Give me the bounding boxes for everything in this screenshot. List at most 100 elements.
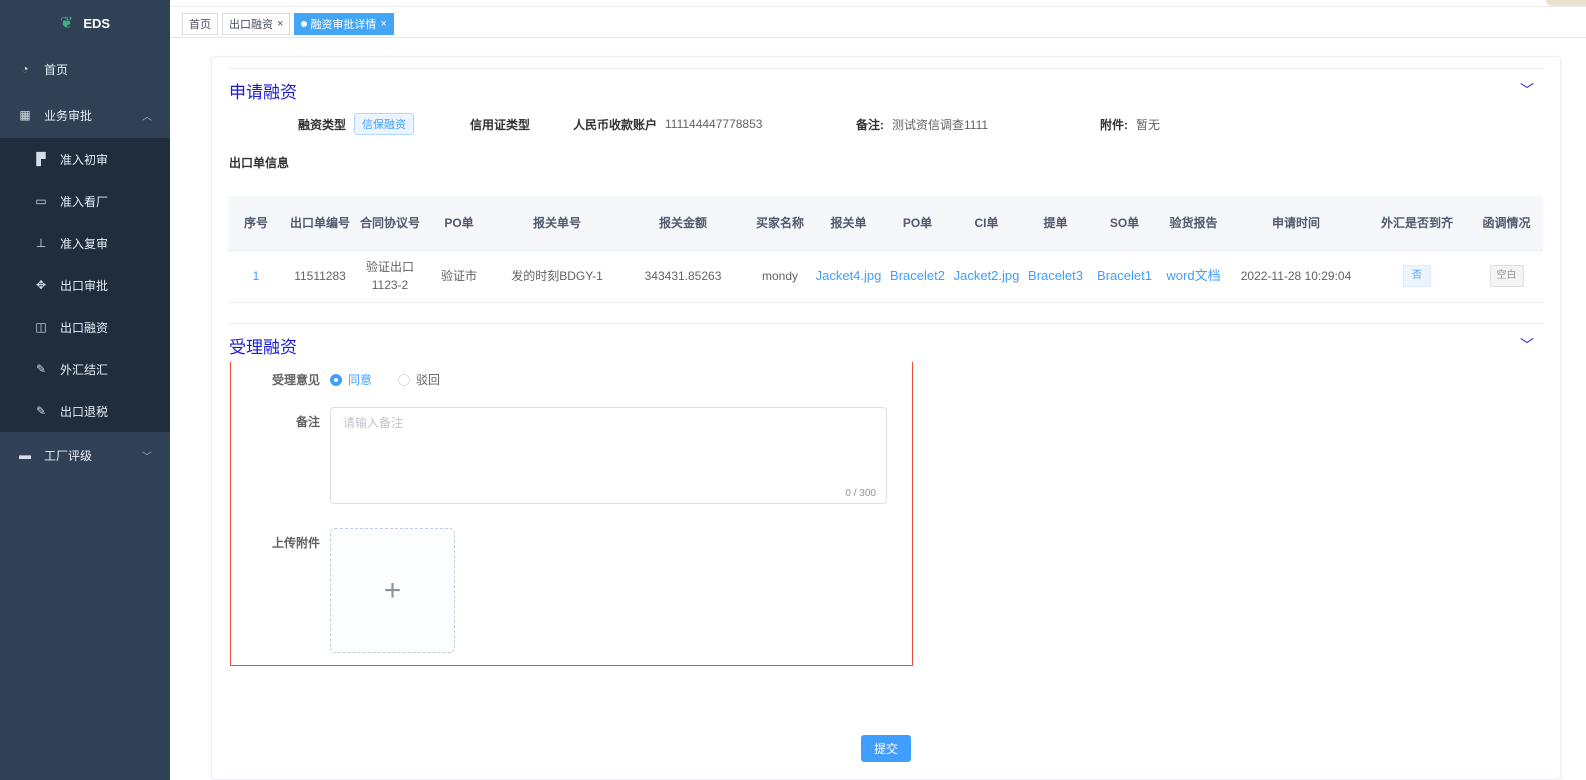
sidebar-item-label: 出口退税 (60, 404, 109, 419)
table-header-row: 序号 出口单编号 合同协议号 PO单 报关单号 报关金额 买家名称 报关单 PO… (228, 196, 1543, 251)
sidebar: ❦ EDS ◔ 首页 ▦ 业务审批 ︿ ▛ 准入初审 ▭ 准入看厂 ⊥ 准入复审… (0, 0, 170, 780)
po-cell: 验证市 (424, 250, 494, 303)
sidebar-item-label: 工厂评级 (44, 448, 93, 463)
stamp-icon: ⊥ (35, 236, 47, 250)
sidebar-item-label: 准入看厂 (60, 194, 109, 209)
export-orders-table: 序号 出口单编号 合同协议号 PO单 报关单号 报关金额 买家名称 报关单 PO… (228, 196, 1543, 303)
doc-icon: ▛ (36, 152, 46, 166)
sidebar-subitem-admission-second-review[interactable]: ⊥ 准入复审 (0, 222, 170, 264)
collapse-chevron-icon[interactable]: ﹀ (1520, 335, 1534, 355)
column-header: 申请时间 (1228, 196, 1364, 251)
avatar[interactable] (1546, 0, 1586, 6)
rmb-account-value: 111144447778853 (665, 117, 763, 131)
letter-status-badge: 空白 (1489, 265, 1524, 287)
ci-file-link[interactable]: Jacket2.jpg (952, 267, 1021, 285)
table-row: 1 11511283 验证出口1123-2 验证市 发的时刻BDGY-1 343… (228, 250, 1543, 303)
sidebar-subitem-export-financing[interactable]: ◫ 出口融资 (0, 306, 170, 348)
sidebar-subitem-factory-visit[interactable]: ▭ 准入看厂 (0, 180, 170, 222)
inspection-file-link[interactable]: word文档 (1159, 267, 1228, 285)
sidebar-item-label: 出口审批 (60, 278, 109, 293)
leaf-logo-icon: ❦ (59, 15, 74, 32)
sidebar-subitem-export-approval[interactable]: ✥ 出口审批 (0, 264, 170, 306)
sidebar-subitem-export-tax-refund[interactable]: ✎ 出口退税 (0, 390, 170, 432)
tab-financing-detail[interactable]: 融资审批详情 × (294, 13, 394, 35)
buyer-cell: mondy (746, 250, 814, 303)
so-file-link[interactable]: Bracelet1 (1090, 267, 1159, 285)
apply-section-title: 申请融资 (229, 83, 297, 102)
po-file-link[interactable]: Bracelet2 (883, 267, 952, 285)
apply-time-cell: 2022-11-28 10:29:04 (1228, 250, 1364, 303)
amount-cell: 343431.85263 (620, 250, 746, 303)
sidebar-item-business-approval[interactable]: ▦ 业务审批 ︿ (0, 92, 170, 138)
contract-no-cell: 验证出口1123-2 (356, 250, 424, 303)
column-header: 序号 (228, 196, 284, 251)
divider (228, 323, 1543, 324)
tab-export-financing[interactable]: 出口融资 × (222, 13, 291, 35)
tab-label: 首页 (189, 19, 211, 31)
remark-label: 备注: (856, 117, 884, 132)
sidebar-item-factory-rating[interactable]: ▬ 工厂评级 ﹀ (0, 432, 170, 478)
sidebar-subitem-admission-first-review[interactable]: ▛ 准入初审 (0, 138, 170, 180)
upload-label: 上传附件 (271, 536, 320, 550)
upload-dropzone[interactable]: + (330, 528, 455, 653)
sidebar-item-home[interactable]: ◔ 首页 (0, 46, 170, 92)
submit-button[interactable]: 提交 (861, 735, 911, 762)
logo-text: EDS (83, 15, 111, 31)
chevron-up-icon: ︿ (142, 111, 152, 123)
close-icon[interactable]: × (380, 18, 386, 30)
column-header: SO单 (1090, 196, 1159, 251)
customs-file-link[interactable]: Jacket4.jpg (814, 267, 883, 285)
calendar-icon: ▭ (35, 194, 47, 208)
divider (170, 6, 1586, 7)
radio-circle (330, 373, 342, 386)
radio-circle (398, 373, 410, 386)
close-icon[interactable]: × (277, 18, 283, 30)
column-header: 买家名称 (746, 196, 814, 251)
column-header: 报关单号 (494, 196, 620, 251)
board-icon: ◫ (35, 320, 47, 334)
sidebar-item-label: 出口融资 (60, 320, 109, 335)
sidebar-subitem-fx-settlement[interactable]: ✎ 外汇结汇 (0, 348, 170, 390)
chevron-down-icon: ﹀ (142, 451, 152, 463)
remark-placeholder: 请输入备注 (343, 416, 404, 430)
column-header: CI单 (952, 196, 1021, 251)
tab-home[interactable]: 首页 (182, 13, 218, 35)
radio-agree[interactable]: 同意 (330, 371, 372, 388)
attachment-value: 暂无 (1136, 117, 1161, 132)
rating-icon: ▬ (19, 448, 31, 462)
column-header: 报关金额 (620, 196, 746, 251)
lc-type-field: 信用证类型 (470, 114, 538, 134)
financing-type-field: 融资类型 信保融资 (298, 113, 415, 135)
export-info-subtitle: 出口单信息 (229, 156, 290, 170)
column-header: 函调情况 (1470, 196, 1543, 251)
rmb-account-field: 人民币收款账户 111144447778853 (573, 114, 762, 134)
collapse-chevron-icon[interactable]: ﹀ (1520, 80, 1534, 100)
submenu: ▛ 准入初审 ▭ 准入看厂 ⊥ 准入复审 ✥ 出口审批 ◫ 出口融资 ✎ 外汇结… (0, 138, 170, 432)
sidebar-item-label: 业务审批 (44, 108, 93, 123)
remark-value: 测试资信调查1111 (892, 117, 989, 132)
attachment-label: 附件: (1100, 117, 1128, 132)
sidebar-item-label: 首页 (44, 62, 69, 77)
attachment-field: 附件: 暂无 (1100, 114, 1160, 134)
sidebar-item-label: 准入复审 (60, 236, 109, 251)
table-icon: ▦ (19, 108, 31, 122)
lc-type-label: 信用证类型 (470, 117, 531, 132)
edit-icon: ✎ (35, 404, 47, 418)
bl-file-link[interactable]: Bracelet3 (1021, 267, 1090, 285)
column-header: 外汇是否到齐 (1364, 196, 1470, 251)
sidebar-item-label: 外汇结汇 (60, 362, 109, 377)
remark-textarea[interactable]: 请输入备注 0 / 300 (330, 407, 887, 504)
radio-label: 同意 (348, 373, 373, 387)
app-logo[interactable]: ❦ EDS (0, 0, 170, 46)
rmb-account-label: 人民币收款账户 (573, 117, 658, 132)
radio-reject[interactable]: 驳回 (398, 371, 440, 388)
tags-view: 首页 出口融资 × 融资审批详情 × (182, 13, 394, 35)
financing-type-tag: 信保融资 (354, 113, 415, 135)
column-header: 报关单 (814, 196, 883, 251)
edit-icon: ✎ (35, 362, 47, 376)
remark-input-label: 备注 (295, 415, 320, 429)
move-icon: ✥ (35, 278, 47, 292)
tab-label: 融资审批详情 (310, 19, 377, 31)
tab-label: 出口融资 (229, 19, 273, 31)
radio-label: 驳回 (416, 373, 441, 387)
